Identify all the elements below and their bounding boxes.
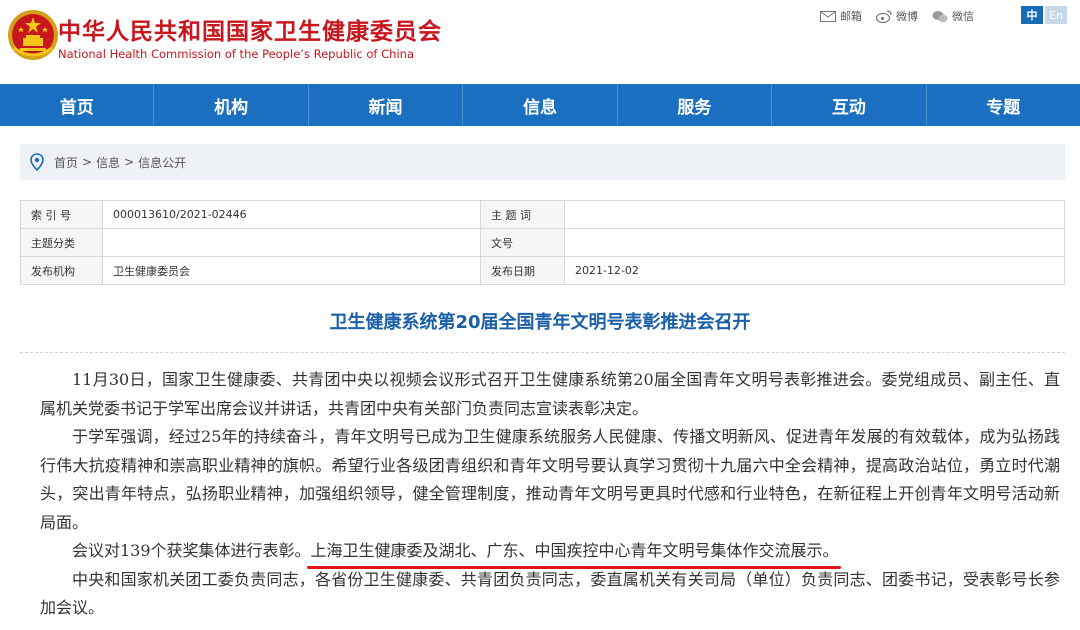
nav-interaction[interactable]: 互动 bbox=[772, 84, 927, 126]
main-nav: 首页 机构 新闻 信息 服务 互动 专题 bbox=[0, 84, 1080, 126]
document-number-label: 文号 bbox=[480, 228, 565, 257]
location-pin-icon bbox=[30, 153, 44, 171]
nav-home[interactable]: 首页 bbox=[0, 84, 155, 126]
nav-organization[interactable]: 机构 bbox=[154, 84, 309, 126]
highlighted-text: 上海卫生健康委及湖北、广东、中国疾控中心青年文明号集体作交流展示。 bbox=[310, 541, 839, 560]
issuing-org-label: 发布机构 bbox=[20, 256, 103, 285]
issuing-org-value: 卫生健康委员会 bbox=[102, 256, 481, 285]
paragraph-3-lead: 会议对139个获奖集体进行表彰。 bbox=[72, 541, 311, 560]
breadcrumb-separator: > bbox=[124, 155, 135, 169]
highlighted-sentence: 上海卫生健康委及湖北、广东、中国疾控中心青年文明号集体作交流展示。 bbox=[306, 537, 841, 569]
topic-category-value bbox=[102, 228, 481, 257]
wechat-icon bbox=[932, 10, 948, 22]
wechat-label: 微信 bbox=[952, 10, 974, 23]
table-row: 主题分类 文号 bbox=[20, 228, 1065, 257]
paragraph-3: 会议对139个获奖集体进行表彰。上海卫生健康委及湖北、广东、中国疾控中心青年文明… bbox=[40, 537, 1060, 569]
paragraph-4: 中央和国家机关团工委负责同志，各省份卫生健康委、共青团负责同志，委直属机关有关司… bbox=[40, 569, 1060, 618]
article-body: 11月30日，国家卫生健康委、共青团中央以视频会议形式召开卫生健康系统第20届全… bbox=[40, 366, 1060, 623]
breadcrumb-home[interactable]: 首页 bbox=[54, 154, 78, 171]
index-number-label: 索 引 号 bbox=[20, 200, 103, 229]
nav-services[interactable]: 服务 bbox=[618, 84, 773, 126]
document-number-value bbox=[564, 228, 1065, 257]
mail-label: 邮箱 bbox=[840, 10, 862, 23]
title-divider bbox=[20, 352, 1065, 353]
site-title-cn[interactable]: 中华人民共和国国家卫生健康委员会 bbox=[58, 12, 442, 46]
language-switch: 中 En bbox=[1021, 6, 1067, 24]
lang-cn-button[interactable]: 中 bbox=[1021, 6, 1043, 24]
subject-words-label: 主 题 词 bbox=[480, 200, 565, 229]
weibo-icon bbox=[876, 9, 892, 23]
national-emblem-icon[interactable] bbox=[6, 8, 60, 62]
wechat-link[interactable]: 微信 bbox=[932, 8, 974, 24]
publish-date-value: 2021-12-02 bbox=[564, 256, 1065, 285]
mail-link[interactable]: 邮箱 bbox=[820, 8, 862, 24]
index-number-value: 000013610/2021-02446 bbox=[102, 200, 481, 229]
weibo-label: 微博 bbox=[896, 10, 918, 23]
document-info-table: 索 引 号 000013610/2021-02446 主 题 词 主题分类 文号… bbox=[20, 200, 1065, 285]
site-header: 中华人民共和国国家卫生健康委员会 National Health Commiss… bbox=[0, 0, 1080, 84]
weibo-link[interactable]: 微博 bbox=[876, 8, 918, 24]
top-links: 邮箱 微博 微信 bbox=[820, 8, 974, 24]
nav-topics[interactable]: 专题 bbox=[927, 84, 1080, 126]
article-title: 卫生健康系统第20届全国青年文明号表彰推进会召开 bbox=[329, 312, 751, 333]
breadcrumb: 首页 > 信息 > 信息公开 bbox=[20, 144, 1065, 180]
subject-words-value bbox=[564, 200, 1065, 229]
topic-category-label: 主题分类 bbox=[20, 228, 103, 257]
breadcrumb-separator: > bbox=[82, 155, 93, 169]
publish-date-label: 发布日期 bbox=[480, 256, 565, 285]
table-row: 发布机构 卫生健康委员会 发布日期 2021-12-02 bbox=[20, 256, 1065, 285]
breadcrumb-information[interactable]: 信息 bbox=[96, 154, 120, 171]
table-row: 索 引 号 000013610/2021-02446 主 题 词 bbox=[20, 200, 1065, 229]
lang-en-button[interactable]: En bbox=[1045, 6, 1067, 24]
breadcrumb-disclosure[interactable]: 信息公开 bbox=[138, 154, 186, 171]
paragraph-2: 于学军强调，经过25年的持续奋斗，青年文明号已成为卫生健康系统服务人民健康、传播… bbox=[40, 427, 1060, 532]
red-underline-annotation bbox=[306, 565, 841, 569]
paragraph-1: 11月30日，国家卫生健康委、共青团中央以视频会议形式召开卫生健康系统第20届全… bbox=[40, 370, 1060, 418]
mail-icon bbox=[820, 10, 836, 22]
nav-news[interactable]: 新闻 bbox=[309, 84, 464, 126]
nav-information[interactable]: 信息 bbox=[463, 84, 618, 126]
site-title-en[interactable]: National Health Commission of the People… bbox=[58, 47, 414, 61]
